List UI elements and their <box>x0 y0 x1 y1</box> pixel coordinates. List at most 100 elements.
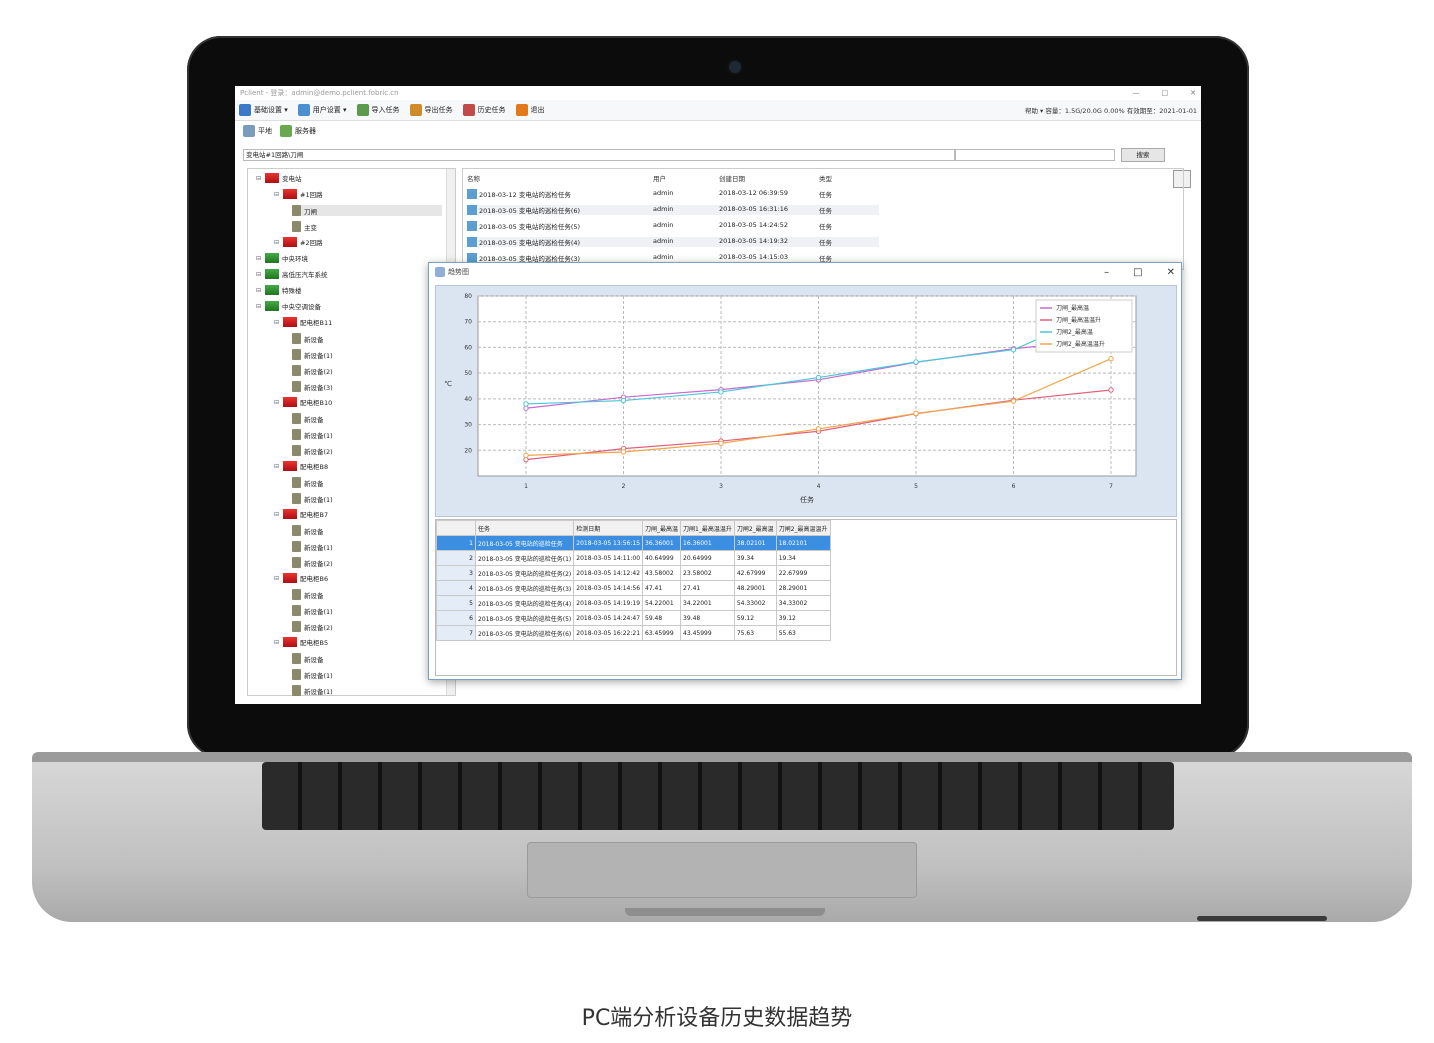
tree-node[interactable]: ⊟ 高低压汽车系统 <box>256 269 328 279</box>
tree-node-label: 新设备(2) <box>304 623 333 632</box>
tab-local[interactable]: 平地 <box>243 125 272 137</box>
tree-node[interactable]: 新设备 <box>292 333 324 344</box>
grid-cell: 47.41 <box>642 580 682 596</box>
grid-row[interactable]: 5 2018-03-05 变电站的巡检任务(4) 2018-03-05 14:19:… <box>436 595 831 611</box>
grid-column-header[interactable]: 任务 <box>474 520 575 536</box>
close-icon[interactable]: ✕ <box>1167 267 1175 278</box>
menu-item-5[interactable]: 退出 <box>515 104 545 116</box>
expand-toggle-icon[interactable]: ⊟ <box>256 271 261 278</box>
search-button[interactable]: 搜索 <box>1121 148 1165 162</box>
grid-cell: 2018-03-05 变电站的巡检任务(2) <box>474 565 575 581</box>
grid-row[interactable]: 1 2018-03-05 变电站的巡检任务 2018-03-05 13:56:15 3… <box>436 535 831 551</box>
tree-node[interactable]: 主变 <box>292 221 317 232</box>
tree-node[interactable]: ⊟ #2回路 <box>274 237 323 247</box>
tree-node[interactable]: ⊟ 特殊楼 <box>256 285 302 295</box>
tab-server[interactable]: 服务器 <box>280 125 316 137</box>
menu-item-1[interactable]: 用户设置 ▾ <box>297 104 347 116</box>
column-header[interactable]: 类型 <box>819 173 879 183</box>
search-input[interactable] <box>955 149 1115 161</box>
grid-row[interactable]: 2 2018-03-05 变电站的巡检任务(1) 2018-03-05 14:11:… <box>436 550 831 566</box>
column-header[interactable]: 创建日期 <box>719 173 819 183</box>
expand-toggle-icon[interactable]: ⊟ <box>256 255 261 262</box>
grid-column-header[interactable]: 刀闸_最高温 <box>642 520 682 536</box>
grid-cell: 20.64999 <box>680 550 735 566</box>
tree-node[interactable]: ⊟ 中央环境 <box>256 253 308 263</box>
tree-node[interactable]: 新设备(1) <box>292 541 333 552</box>
expand-toggle-icon[interactable]: ⊟ <box>274 399 279 406</box>
expand-toggle-icon[interactable]: ⊟ <box>274 239 279 246</box>
tree-node[interactable]: 新设备(2) <box>292 557 333 568</box>
tree-node[interactable]: 新设备(2) <box>292 365 333 376</box>
grid-column-header[interactable]: 刀闸1_最高温温升 <box>680 520 735 536</box>
tree-node-label: 配电柜B7 <box>300 511 329 519</box>
tree-node[interactable]: 新设备(2) <box>292 445 333 456</box>
tree-node[interactable]: 新设备 <box>292 477 324 488</box>
grid-column-header[interactable]: 检测日期 <box>573 520 644 536</box>
task-cell: 任务 <box>819 239 832 247</box>
facility-icon <box>283 637 298 647</box>
tree-node[interactable]: 新设备(3) <box>292 381 333 392</box>
tree-node-label: 配电柜B5 <box>300 639 329 647</box>
tree-node[interactable]: ⊟ 配电柜B5 <box>274 637 328 647</box>
data-point <box>718 440 724 447</box>
minimize-icon[interactable]: — <box>1133 89 1140 97</box>
expand-toggle-icon[interactable]: ⊟ <box>274 511 279 518</box>
task-cell: 2018-03-05 14:19:32 <box>719 237 789 245</box>
grid-row[interactable]: 4 2018-03-05 变电站的巡检任务(3) 2018-03-05 14:14:… <box>436 580 831 596</box>
tree-node[interactable]: 新设备 <box>292 589 324 600</box>
expand-toggle-icon[interactable]: ⊟ <box>274 319 279 326</box>
expand-toggle-icon[interactable]: ⊟ <box>274 639 279 646</box>
task-row[interactable]: 2018-03-12 变电站的巡检任务 admin 2018-03-12 06:39… <box>467 189 879 199</box>
column-header[interactable]: 用户 <box>653 173 719 183</box>
tree-node[interactable]: 新设备 <box>292 413 324 424</box>
tree-node[interactable]: 新设备 <box>292 653 324 664</box>
grid-row[interactable]: 6 2018-03-05 变电站的巡检任务(5) 2018-03-05 14:24:… <box>436 610 831 626</box>
menu-item-3[interactable]: 导出任务 <box>409 104 453 116</box>
tree-node[interactable]: 新设备(1) <box>292 493 333 504</box>
device-icon <box>292 525 301 536</box>
tree-node[interactable]: 新设备(1) <box>292 605 333 616</box>
close-icon[interactable]: ✕ <box>1190 89 1196 97</box>
grid-column-header[interactable]: 刀闸2_最高温 <box>733 520 777 536</box>
device-icon <box>292 445 301 456</box>
grid-row[interactable]: 3 2018-03-05 变电站的巡检任务(2) 2018-03-05 14:12:… <box>436 565 831 581</box>
expand-toggle-icon[interactable]: ⊟ <box>256 175 261 182</box>
maximize-icon[interactable]: □ <box>1133 267 1142 278</box>
task-row[interactable]: 2018-03-05 变电站的巡检任务(6) admin 2018-03-05 16… <box>467 205 879 215</box>
tree-node-label: 新设备(1) <box>304 431 333 440</box>
tree-node[interactable]: 新设备(1) <box>292 669 333 680</box>
task-cell: 2018-03-05 变电站的巡检任务(4) <box>479 239 581 247</box>
tree-node[interactable]: ⊟ 变电站 <box>256 173 302 183</box>
tree-node[interactable]: 新设备(1) <box>292 349 333 360</box>
tree-node[interactable]: 新设备(2) <box>292 621 333 632</box>
tree-node[interactable]: ⊟ 配电柜B8 <box>274 461 328 471</box>
x-axis-label: 任务 <box>800 495 814 504</box>
maximize-icon[interactable]: □ <box>1162 89 1169 97</box>
tree-node[interactable]: 新设备 <box>292 525 324 536</box>
task-row[interactable]: 2018-03-05 变电站的巡检任务(4) admin 2018-03-05 14… <box>467 237 879 247</box>
expand-toggle-icon[interactable]: ⊟ <box>274 575 279 582</box>
tree-node[interactable]: ⊟ #1回路 <box>274 189 323 199</box>
menu-item-2[interactable]: 导入任务 <box>356 104 400 116</box>
column-header[interactable]: 名称 <box>467 173 653 183</box>
expand-toggle-icon[interactable]: ⊟ <box>256 287 261 294</box>
tree-node[interactable]: ⊟ 配电柜B6 <box>274 573 328 583</box>
menu-item-0[interactable]: 基础设置 ▾ <box>239 104 288 116</box>
tree-node[interactable]: 新设备(1) <box>292 685 333 696</box>
menu-item-4[interactable]: 历史任务 <box>462 104 506 116</box>
task-row[interactable]: 2018-03-05 变电站的巡检任务(5) admin 2018-03-05 14… <box>467 221 879 231</box>
tree-node[interactable]: 新设备(1) <box>292 429 333 440</box>
grid-column-header[interactable]: 刀闸2_最高温温升 <box>775 520 831 536</box>
tree-node[interactable]: ⊟ 配电柜B7 <box>274 509 328 519</box>
expand-toggle-icon[interactable]: ⊟ <box>274 191 279 198</box>
expand-toggle-icon[interactable]: ⊟ <box>274 463 279 470</box>
tree-node[interactable]: ⊟ 中央空调设备 <box>256 301 321 311</box>
tree-node[interactable]: ⊟ 配电柜B11 <box>274 317 332 327</box>
tree-node[interactable]: ⊟ 配电柜B10 <box>274 397 332 407</box>
minimize-icon[interactable]: – <box>1104 267 1109 278</box>
grid-cell: 2018-03-05 变电站的巡检任务(4) <box>474 595 575 611</box>
tree-node[interactable]: 刀闸 <box>292 205 442 216</box>
expand-toggle-icon[interactable]: ⊟ <box>256 303 261 310</box>
data-point <box>718 389 724 395</box>
grid-row[interactable]: 7 2018-03-05 变电站的巡检任务(6) 2018-03-05 16:22:… <box>436 625 831 641</box>
